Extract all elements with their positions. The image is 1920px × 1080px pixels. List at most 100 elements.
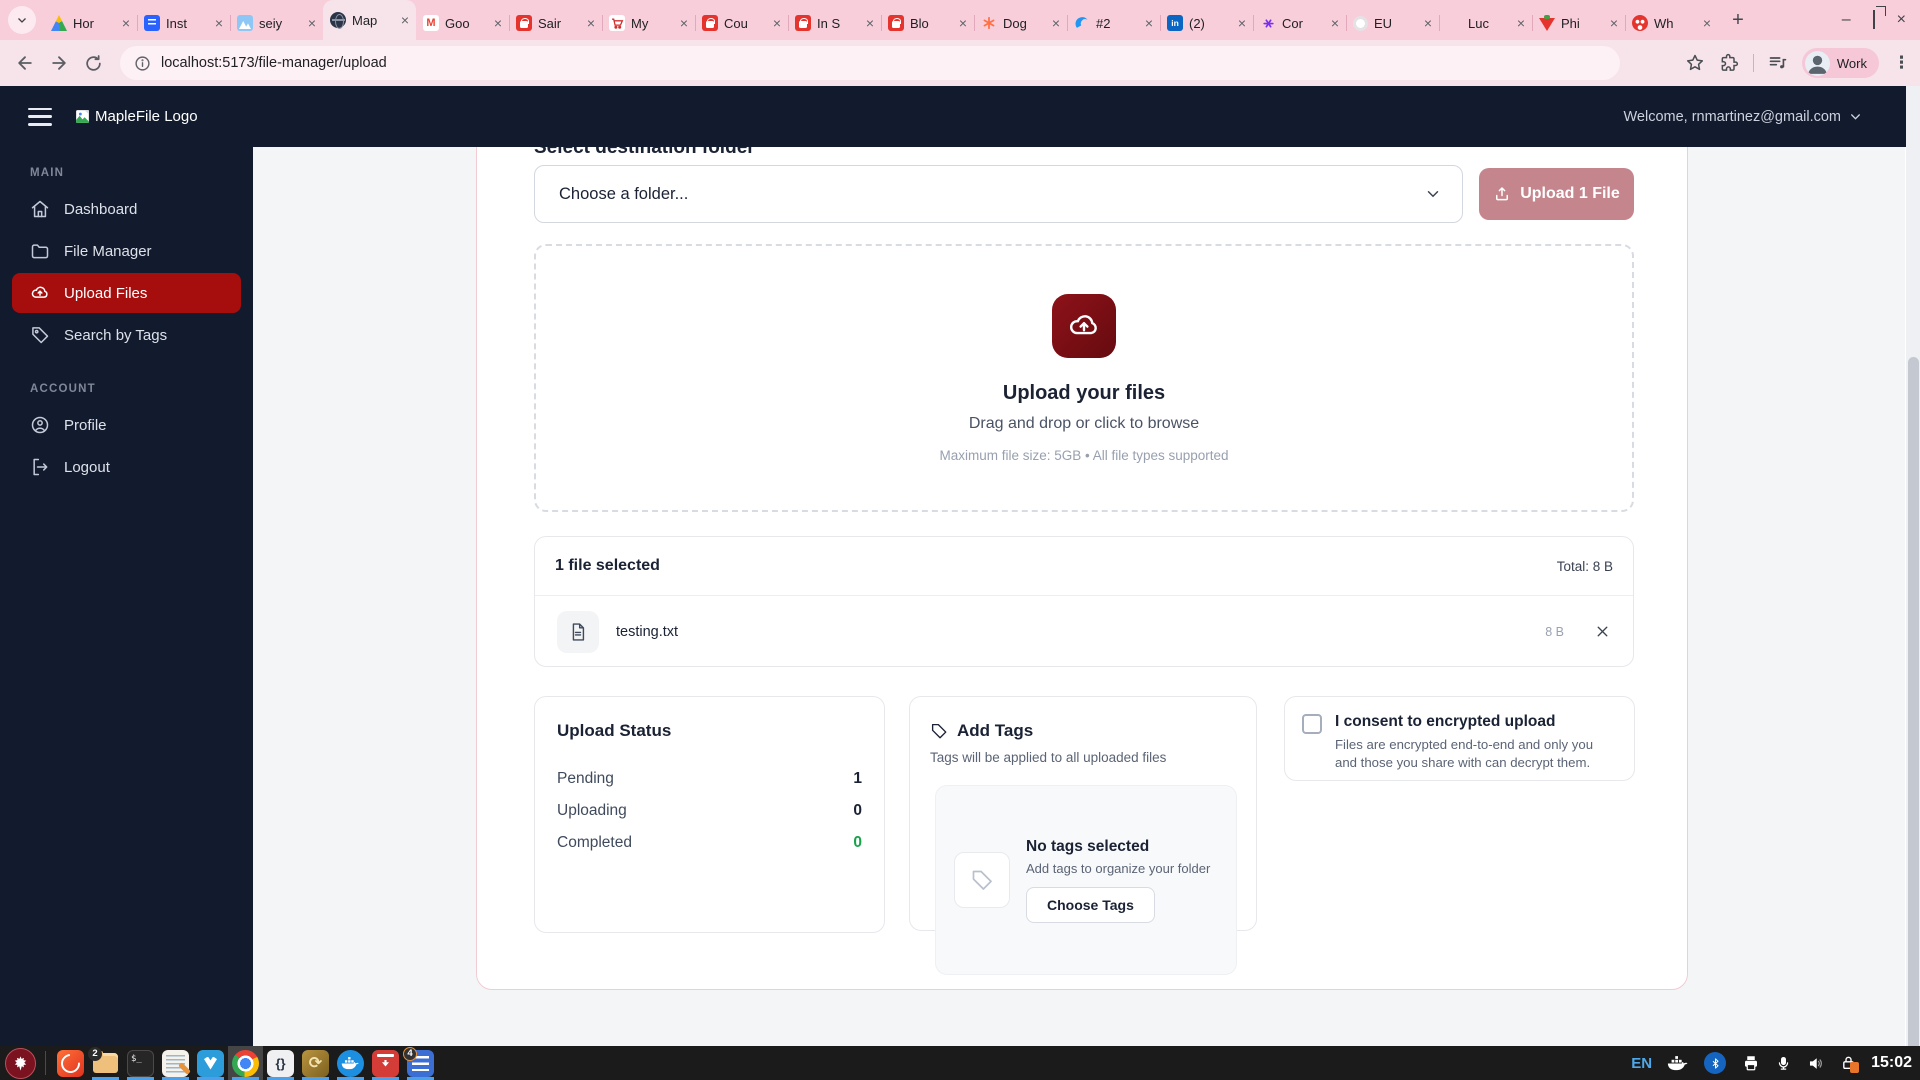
forward-button[interactable] xyxy=(42,46,76,80)
tag-placeholder-square xyxy=(954,852,1010,908)
dropzone-subtitle: Drag and drop or click to browse xyxy=(968,415,1200,432)
bookmark-star-icon[interactable] xyxy=(1685,53,1705,73)
tab-close-icon[interactable]: × xyxy=(680,16,688,30)
browser-tab[interactable]: Blo × xyxy=(881,6,974,40)
browser-tab[interactable]: Sair × xyxy=(509,6,602,40)
lock-indicator[interactable] xyxy=(1841,1054,1860,1073)
site-info-icon[interactable] xyxy=(134,55,151,72)
status-label: Uploading xyxy=(557,802,627,819)
bluetooth-icon[interactable] xyxy=(1704,1052,1727,1074)
browser-menu-button[interactable]: ⋮ xyxy=(1893,53,1910,73)
tab-close-icon[interactable]: × xyxy=(1145,16,1153,30)
microphone-icon[interactable] xyxy=(1776,1054,1791,1073)
dropzone[interactable]: Upload your files Drag and drop or click… xyxy=(534,244,1634,512)
tab-close-icon[interactable]: × xyxy=(1052,16,1060,30)
taskbar-app-chrome[interactable] xyxy=(228,1046,263,1080)
scrollbar-thumb[interactable] xyxy=(1907,357,1919,1046)
browser-tab[interactable]: #2 × xyxy=(1067,6,1160,40)
tab-close-icon[interactable]: × xyxy=(773,16,781,30)
cart-icon xyxy=(609,15,625,31)
tab-close-icon[interactable]: × xyxy=(215,16,223,30)
new-tab-button[interactable]: + xyxy=(1724,6,1752,34)
page-scrollbar[interactable] xyxy=(1906,86,1920,1046)
taskbar-app-notes[interactable]: 4 xyxy=(403,1046,438,1080)
tab-close-icon[interactable]: × xyxy=(1424,16,1432,30)
browser-tab[interactable]: Dog × xyxy=(974,6,1067,40)
sidebar-item-search-by-tags[interactable]: Search by Tags xyxy=(12,315,241,355)
tab-close-icon[interactable]: × xyxy=(1331,16,1339,30)
taskbar-app-terminal[interactable]: $_ xyxy=(123,1046,158,1080)
remove-file-button[interactable] xyxy=(1594,623,1611,640)
taskbar-app-file-manager[interactable]: 2 xyxy=(88,1046,123,1080)
browser-tab[interactable]: in (2) × xyxy=(1160,6,1253,40)
status-row-pending: Pending 1 xyxy=(557,763,862,795)
printer-icon[interactable] xyxy=(1741,1054,1761,1072)
sidebar-item-profile[interactable]: Profile xyxy=(12,405,241,445)
reload-button[interactable] xyxy=(76,46,110,80)
browser-tab[interactable]: Cor × xyxy=(1253,6,1346,40)
address-bar[interactable]: localhost:5173/file-manager/upload xyxy=(120,46,1620,80)
sidebar-item-logout[interactable]: Logout xyxy=(12,447,241,487)
taskbar-app-downloader[interactable] xyxy=(368,1046,403,1080)
browser-tab[interactable]: Hor × xyxy=(44,6,137,40)
taskbar-app-docker[interactable] xyxy=(333,1046,368,1080)
clock[interactable]: 15:02 xyxy=(1871,1054,1912,1072)
tab-title: (2) xyxy=(1189,15,1205,31)
browser-tab-active[interactable]: Map × xyxy=(323,0,416,40)
notes-lines-icon: 4 xyxy=(403,1046,434,1077)
avatar xyxy=(1804,50,1830,76)
folder-select[interactable]: Choose a folder... xyxy=(534,165,1463,223)
browser-tab[interactable]: My × xyxy=(602,6,695,40)
taskbar-app-blue-browser[interactable] xyxy=(193,1046,228,1080)
tab-close-icon[interactable]: × xyxy=(1610,16,1618,30)
minimize-button[interactable]: – xyxy=(1842,12,1851,28)
browser-tab[interactable]: Phi × xyxy=(1532,6,1625,40)
choose-tags-button[interactable]: Choose Tags xyxy=(1026,886,1155,923)
tab-close-icon[interactable]: × xyxy=(1517,16,1525,30)
close-icon xyxy=(1597,626,1608,637)
media-queue-icon[interactable] xyxy=(1768,53,1788,73)
profile-button[interactable]: Work xyxy=(1801,48,1879,78)
tab-close-icon[interactable]: × xyxy=(401,13,409,27)
restore-button[interactable] xyxy=(1872,10,1875,29)
browser-tab[interactable]: Luc × xyxy=(1439,6,1532,40)
taskbar-app-firefox[interactable] xyxy=(53,1046,88,1080)
language-indicator[interactable]: EN xyxy=(1631,1055,1652,1072)
consent-checkbox[interactable] xyxy=(1302,714,1322,734)
download-icon xyxy=(372,1049,399,1077)
maple-launcher-button[interactable] xyxy=(5,1047,36,1079)
sidebar-item-upload-files[interactable]: Upload Files xyxy=(12,273,241,313)
tab-close-icon[interactable]: × xyxy=(866,16,874,30)
browser-tab[interactable]: Inst × xyxy=(137,6,230,40)
tab-close-icon[interactable]: × xyxy=(1703,16,1711,30)
app-logo-alt-text: MapleFile Logo xyxy=(95,108,198,125)
tab-close-icon[interactable]: × xyxy=(959,16,967,30)
close-window-button[interactable]: × xyxy=(1897,12,1906,28)
account-menu[interactable]: Welcome, rnmartinez@gmail.com xyxy=(1623,109,1862,125)
browser-tab-bar: Hor × Inst × seiy × Map × M Goo × Sair × My × Co… xyxy=(0,0,1920,40)
browser-tab[interactable]: seiy × xyxy=(230,6,323,40)
browser-tab[interactable]: EU × xyxy=(1346,6,1439,40)
docker-tray-icon[interactable] xyxy=(1667,1055,1689,1071)
browser-tab[interactable]: In S × xyxy=(788,6,881,40)
tab-close-icon[interactable]: × xyxy=(494,16,502,30)
sidebar-item-dashboard[interactable]: Dashboard xyxy=(12,189,241,229)
hamburger-menu-button[interactable] xyxy=(28,107,52,126)
sidebar-item-file-manager[interactable]: File Manager xyxy=(12,231,241,271)
tab-search-button[interactable] xyxy=(8,6,36,34)
tab-close-icon[interactable]: × xyxy=(122,16,130,30)
taskbar-app-text-editor[interactable] xyxy=(158,1046,193,1080)
taskbar-app-code-editor[interactable]: {} xyxy=(263,1046,298,1080)
tab-close-icon[interactable]: × xyxy=(587,16,595,30)
extensions-puzzle-icon[interactable] xyxy=(1719,53,1739,73)
browser-tab[interactable]: M Goo × xyxy=(416,6,509,40)
browser-tab[interactable]: Cou × xyxy=(695,6,788,40)
tab-close-icon[interactable]: × xyxy=(1238,16,1246,30)
volume-icon[interactable] xyxy=(1806,1055,1826,1072)
no-tags-subtitle: Add tags to organize your folder xyxy=(1026,860,1211,876)
upload-file-button[interactable]: Upload 1 File xyxy=(1479,168,1634,220)
browser-tab[interactable]: Wh × xyxy=(1625,6,1718,40)
back-button[interactable] xyxy=(8,46,42,80)
taskbar-app-sync[interactable]: ⟳ xyxy=(298,1046,333,1080)
tab-close-icon[interactable]: × xyxy=(308,16,316,30)
